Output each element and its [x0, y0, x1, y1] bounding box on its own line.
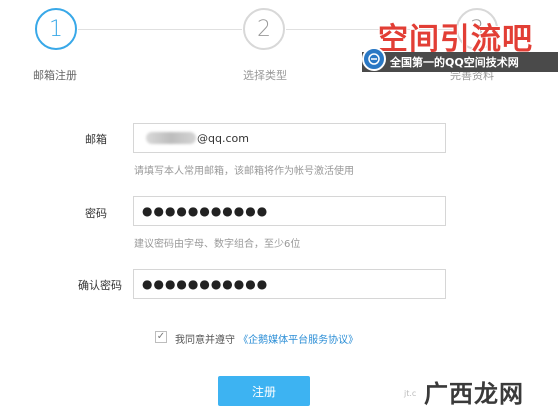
agreement-text: 我同意并遵守 《企鹅媒体平台服务协议》 [175, 331, 358, 346]
password-label: 密码 [85, 207, 107, 220]
step-1-number: 1 [49, 16, 63, 42]
check-icon: ✓ [156, 331, 166, 342]
email-value: @qq.com [197, 131, 249, 145]
confirm-password-label: 确认密码 [78, 279, 122, 292]
step-2-circle: 2 [243, 8, 285, 50]
agreement-link[interactable]: 《企鹅媒体平台服务协议》 [238, 335, 358, 346]
confirm-password-field[interactable]: ●●●●●●●●●●● [133, 269, 446, 299]
email-hint: 请填写本人常用邮箱，该邮箱将作为帐号激活使用 [134, 166, 354, 177]
password-field[interactable]: ●●●●●●●●●●● [133, 196, 446, 226]
watermark-logo-icon [362, 47, 386, 71]
password-value: ●●●●●●●●●●● [142, 204, 269, 218]
agreement-prefix: 我同意并遵守 [175, 335, 235, 346]
step-2-number: 2 [257, 16, 271, 42]
watermark-logo-mark [368, 53, 380, 65]
blurred-email-prefix [146, 132, 196, 144]
step-1-label: 邮箱注册 [33, 69, 77, 82]
agreement-checkbox[interactable]: ✓ [155, 331, 167, 343]
watermark-subtitle: 全国第一的QQ空间技术网 [362, 52, 558, 72]
password-hint: 建议密码由字母、数字组合，至少6位 [134, 239, 301, 250]
watermark-small-text: jt.c [404, 389, 417, 398]
step-connector [78, 29, 242, 30]
watermark-bottom: 广西龙网 [424, 380, 524, 408]
confirm-password-value: ●●●●●●●●●●● [142, 277, 269, 291]
email-field[interactable]: @qq.com [133, 123, 446, 153]
step-1-circle: 1 [35, 8, 77, 50]
step-2-label: 选择类型 [243, 69, 287, 82]
register-button[interactable]: 注册 [218, 376, 310, 406]
email-label: 邮箱 [85, 133, 107, 146]
